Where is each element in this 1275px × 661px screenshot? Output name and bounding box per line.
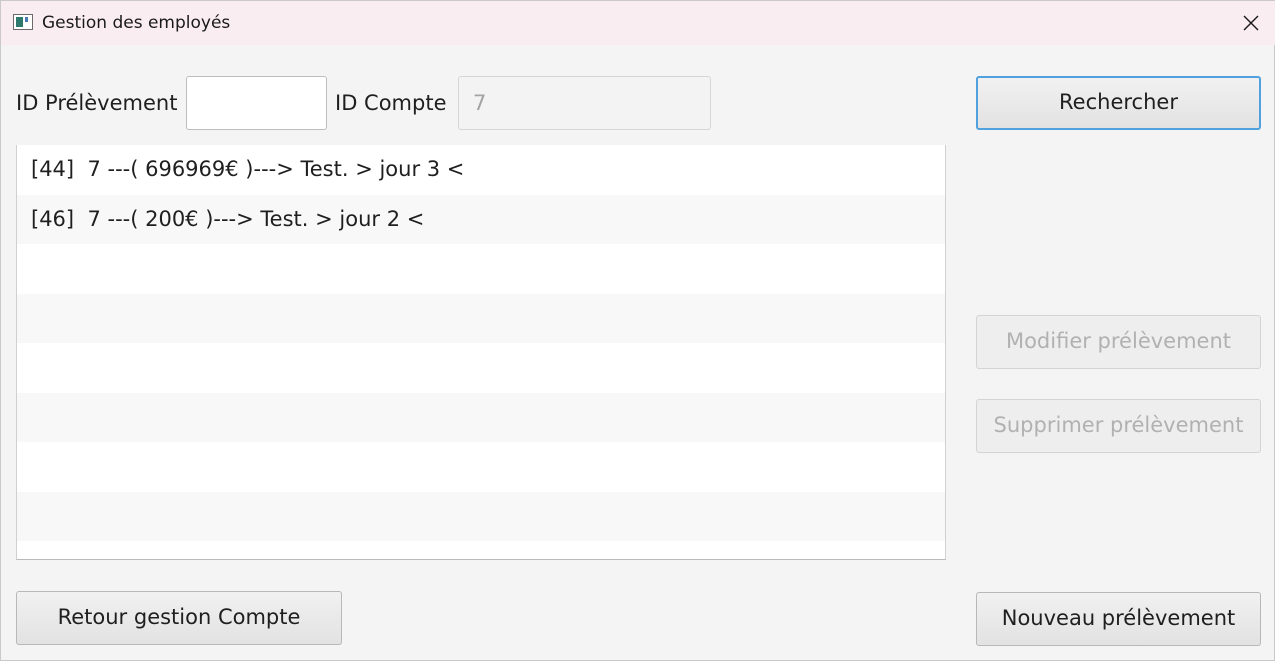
modifier-prelevement-button[interactable]: Modifier prélèvement <box>976 315 1261 369</box>
prelevement-list[interactable]: [44] 7 ---( 696969€ )---> Test. > jour 3… <box>16 145 946 560</box>
list-item[interactable]: [46] 7 ---( 200€ )---> Test. > jour 2 < <box>17 195 945 244</box>
app-window-icon <box>13 14 33 30</box>
title-bar: Gestion des employés <box>1 1 1275 45</box>
id-prelevement-input[interactable] <box>186 76 327 130</box>
empty-list-row <box>17 492 945 541</box>
main-window: Gestion des employés ID Prélèvement ID C… <box>0 0 1275 661</box>
empty-list-row <box>17 294 945 343</box>
supprimer-prelevement-button[interactable]: Supprimer prélèvement <box>976 399 1261 453</box>
nouveau-prelevement-button[interactable]: Nouveau prélèvement <box>976 592 1261 646</box>
rechercher-button[interactable]: Rechercher <box>976 76 1261 130</box>
empty-list-row <box>17 442 945 491</box>
id-prelevement-label: ID Prélèvement <box>16 91 178 115</box>
window-title: Gestion des employés <box>42 13 231 33</box>
list-item[interactable]: [44] 7 ---( 696969€ )---> Test. > jour 3… <box>17 145 945 194</box>
empty-list-row <box>17 343 945 392</box>
retour-gestion-compte-button[interactable]: Retour gestion Compte <box>16 591 342 645</box>
id-compte-label: ID Compte <box>335 91 447 115</box>
id-compte-input: 7 <box>458 76 711 130</box>
empty-list-row <box>17 393 945 442</box>
empty-list-row <box>17 244 945 293</box>
close-icon <box>1243 15 1259 31</box>
close-button[interactable] <box>1227 1 1275 45</box>
